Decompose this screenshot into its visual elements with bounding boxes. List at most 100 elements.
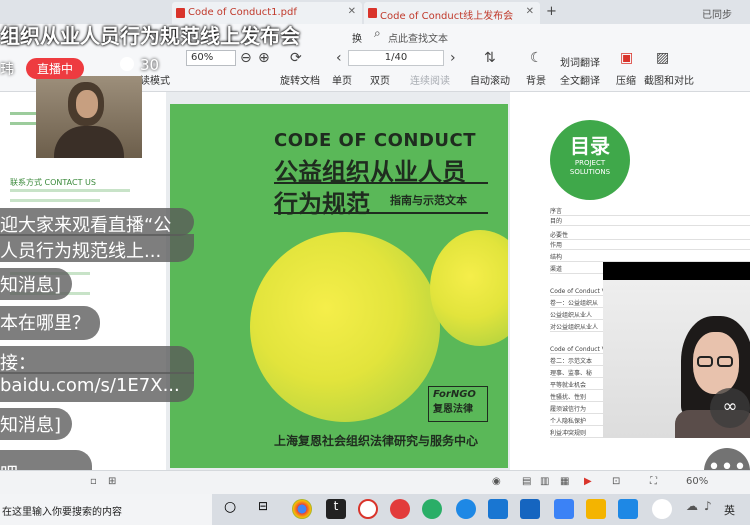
app-icon[interactable] (618, 499, 638, 519)
screenshot-compare-button[interactable]: 截图和对比 (644, 72, 694, 87)
logo-cn: 复恩法律 (433, 404, 473, 415)
close-icon[interactable]: ✕ (526, 6, 534, 17)
text-line (10, 199, 100, 202)
cover-title-en: CODE OF CONDUCT (274, 130, 477, 151)
chat-message: 知消息] (0, 268, 72, 300)
taskbar-search-input[interactable]: 在这里输入你要搜索的内容 (0, 494, 212, 525)
cover-title-cn-line1: 公益组织从业人员 (274, 158, 466, 186)
pdf-icon (368, 8, 377, 18)
app-icon[interactable] (488, 499, 508, 519)
toc-entry[interactable]: 序言 (550, 206, 750, 216)
compress-button[interactable]: 压缩 (616, 72, 636, 87)
chat-message: 知消息] (0, 408, 72, 440)
cloud-icon[interactable]: ☁ (686, 499, 706, 519)
link-icon[interactable]: ∞ (710, 388, 750, 428)
rotate-button[interactable]: 旋转文档 (280, 72, 320, 87)
moon-icon[interactable]: ☾ (530, 50, 543, 66)
toc-entry[interactable]: 必要性 (550, 230, 750, 240)
forngo-logo: ForNGO 复恩法律 (428, 386, 488, 422)
wechat-icon[interactable] (422, 499, 442, 519)
chrome-icon[interactable] (292, 499, 312, 519)
app-icon[interactable] (456, 499, 476, 519)
search-input[interactable]: 点此查找文本 (388, 30, 448, 45)
decorative-circle-large (250, 232, 440, 422)
autoscroll-icon[interactable]: ⇅ (484, 50, 496, 66)
chat-message: baidu.com/s/1E7X... (0, 372, 194, 402)
music-icon[interactable] (390, 499, 410, 519)
host-camera-feed (36, 76, 142, 158)
text-line (10, 189, 130, 192)
status-bar: ▫ ⊞ ◉ ▤ ▥ ▦ ▶ ⊡ ⛶ 60% (0, 470, 750, 494)
view-single-icon[interactable]: ▤ (522, 476, 531, 487)
page-icon[interactable]: ▫ (90, 476, 97, 487)
folder-icon[interactable] (586, 499, 606, 519)
screenshot-icon[interactable]: ▨ (656, 50, 669, 66)
zoom-select[interactable]: 60% (186, 50, 236, 66)
eye-icon[interactable]: ◉ (492, 476, 501, 487)
live-status-badge: 直播中 (26, 58, 84, 79)
zoom-in-icon[interactable]: ⊕ (258, 50, 270, 66)
tumblr-icon[interactable]: t (326, 499, 346, 519)
sync-status[interactable]: 已同步 (702, 6, 732, 21)
app-icon[interactable] (652, 499, 672, 519)
fullscreen-icon[interactable]: ⛶ (650, 476, 657, 487)
chat-message: 人员行为规范线上... (0, 234, 194, 262)
view-grid-icon[interactable]: ▦ (560, 476, 569, 487)
single-page-button[interactable]: 单页 (332, 72, 352, 87)
tab-live-label: Code of Conduct线上发布会 (380, 11, 514, 22)
app-icon[interactable] (554, 499, 574, 519)
new-tab-button[interactable]: + (546, 4, 557, 19)
toc-entry[interactable]: 作用 (550, 240, 750, 250)
view-double-icon[interactable]: ▥ (540, 476, 549, 487)
play-icon[interactable]: ▶ (584, 476, 592, 487)
rotate-icon[interactable]: ⟳ (290, 50, 302, 66)
netease-icon[interactable] (358, 499, 378, 519)
toc-entry[interactable]: 目的 (550, 216, 750, 226)
fit-icon[interactable]: ⊡ (612, 476, 620, 487)
page-number-input[interactable]: 1/40 (348, 50, 444, 66)
chat-message: 本在哪里？ (0, 306, 100, 340)
select-translate-button[interactable]: 划词翻译 (560, 54, 600, 69)
decorative-circle-small (430, 230, 508, 346)
taskbar: 在这里输入你要搜索的内容 ○ ⊟ t ☁ ♪ 英 (0, 494, 750, 525)
background-button[interactable]: 背景 (526, 72, 546, 87)
search-icon: ⌕ (374, 26, 381, 40)
live-title: 组织从业人员行为规范线上发布会 (0, 24, 300, 48)
tab-live[interactable]: Code of Conduct线上发布会 ✕ (364, 2, 540, 24)
full-translate-button[interactable]: 全文翻译 (560, 72, 600, 87)
viewer-count: 30 (120, 56, 159, 74)
read-mode-button[interactable]: 读模式 (140, 72, 170, 87)
swap-button[interactable]: 换 (352, 30, 362, 45)
volume-icon[interactable]: ♪ (704, 499, 724, 519)
toc-heading-sub: PROJECT (574, 159, 606, 167)
compress-icon[interactable]: ▣ (620, 50, 633, 66)
toc-heading-sub: SOLUTIONS (569, 168, 611, 176)
tab-pdf-label: Code of Conduct1.pdf (188, 7, 297, 18)
chat-message: 接： (0, 346, 194, 374)
cover-page: CODE OF CONDUCT 公益组织从业人员 行为规范 指南与示范文本 Fo… (170, 104, 508, 468)
viewer-count-value: 30 (140, 56, 160, 74)
cover-organization: 上海复恩社会组织法律研究与服务中心 (274, 434, 479, 448)
task-view-icon[interactable]: ⊟ (258, 499, 278, 519)
toc-heading: 目录 (570, 134, 610, 158)
app-icon[interactable] (520, 499, 540, 519)
zoom-out-icon[interactable]: ⊖ (240, 50, 252, 66)
add-page-icon[interactable]: ⊞ (108, 476, 116, 487)
person-icon (120, 57, 134, 71)
prev-page-icon[interactable]: ‹ (336, 50, 342, 66)
continuous-read-button[interactable]: 连续阅读 (410, 72, 450, 87)
close-icon[interactable]: ✕ (348, 6, 356, 17)
next-page-icon[interactable]: › (450, 50, 456, 66)
start-circle-icon[interactable]: ○ (224, 499, 244, 519)
toc-entry[interactable]: 结构 (550, 252, 750, 262)
logo-en: ForNGO (433, 389, 476, 400)
toc-heading-badge: 目录 PROJECT SOLUTIONS (550, 120, 630, 200)
pdf-icon (176, 8, 185, 18)
contact-heading: 联系方式 CONTACT US (10, 178, 96, 187)
input-method-indicator[interactable]: 英 (724, 502, 735, 518)
divider (274, 212, 488, 214)
chat-message: 迎大家来观看直播“公 (0, 208, 194, 236)
double-page-button[interactable]: 双页 (370, 72, 390, 87)
autoscroll-button[interactable]: 自动滚动 (470, 72, 510, 87)
zoom-level: 60% (686, 476, 709, 487)
